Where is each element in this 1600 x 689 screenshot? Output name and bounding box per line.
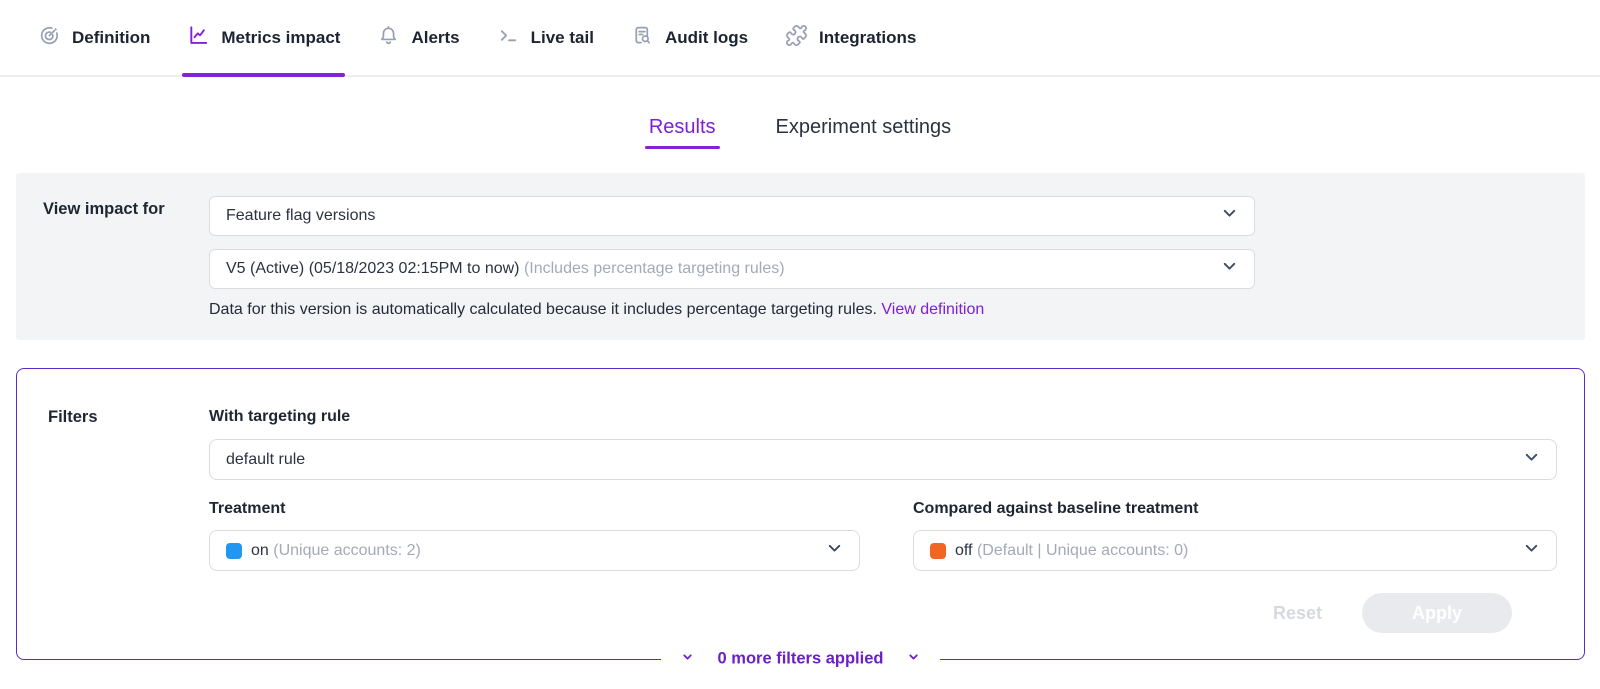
active-tab-underline bbox=[182, 73, 345, 77]
version-select[interactable]: V5 (Active) (05/18/2023 02:15PM to now) … bbox=[209, 249, 1255, 289]
metrics-chart-icon bbox=[187, 24, 210, 52]
targeting-rule-label: With targeting rule bbox=[209, 408, 1557, 426]
chevron-down-icon bbox=[826, 540, 843, 562]
chevron-down-icon bbox=[681, 650, 694, 669]
chevron-down-icon bbox=[1221, 258, 1238, 280]
filters-content: With targeting rule default rule Treatme… bbox=[209, 408, 1557, 633]
baseline-label: Compared against baseline treatment bbox=[913, 500, 1557, 518]
baseline-hint: (Default | Unique accounts: 0) bbox=[977, 542, 1188, 559]
view-impact-label: View impact for bbox=[43, 200, 165, 219]
filters-panel: Filters With targeting rule default rule… bbox=[16, 368, 1585, 660]
baseline-value: off bbox=[955, 542, 973, 559]
tab-live-tail[interactable]: Live tail bbox=[497, 0, 594, 75]
subtab-results-label: Results bbox=[649, 116, 716, 138]
treatment-select[interactable]: on (Unique accounts: 2) bbox=[209, 530, 860, 571]
baseline-color-swatch bbox=[930, 543, 946, 559]
treatment-column: Treatment on (Unique accounts: 2) bbox=[209, 500, 860, 571]
document-search-icon bbox=[631, 24, 654, 52]
impact-type-value: Feature flag versions bbox=[226, 207, 1221, 225]
tab-audit-logs[interactable]: Audit logs bbox=[631, 0, 748, 75]
filters-label: Filters bbox=[48, 408, 98, 427]
filter-buttons-row: Reset Apply bbox=[209, 593, 1557, 633]
definition-target-icon bbox=[38, 24, 61, 52]
more-filters-label: 0 more filters applied bbox=[718, 650, 884, 669]
tab-definition[interactable]: Definition bbox=[38, 0, 150, 75]
view-impact-panel: View impact for Feature flag versions V5… bbox=[16, 173, 1585, 340]
spacer bbox=[209, 236, 1255, 249]
puzzle-icon bbox=[785, 24, 808, 52]
version-value: V5 (Active) (05/18/2023 02:15PM to now) bbox=[226, 260, 520, 277]
version-note: Data for this version is automatically c… bbox=[209, 301, 1255, 319]
version-note-text: Data for this version is automatically c… bbox=[209, 301, 877, 318]
tab-label: Definition bbox=[72, 28, 150, 48]
treatment-row: Treatment on (Unique accounts: 2) Compar… bbox=[209, 500, 1557, 571]
chevron-down-icon bbox=[1523, 540, 1540, 562]
subtab-results[interactable]: Results bbox=[649, 116, 716, 149]
treatment-hint: (Unique accounts: 2) bbox=[273, 542, 421, 559]
sub-tabs: Results Experiment settings bbox=[0, 116, 1600, 149]
tab-label: Integrations bbox=[819, 28, 916, 48]
baseline-column: Compared against baseline treatment off … bbox=[913, 500, 1557, 571]
treatment-value: on bbox=[251, 542, 269, 559]
tab-label: Live tail bbox=[531, 28, 594, 48]
tab-label: Metrics impact bbox=[221, 28, 340, 48]
view-impact-controls: Feature flag versions V5 (Active) (05/18… bbox=[209, 196, 1255, 319]
tab-label: Audit logs bbox=[665, 28, 748, 48]
more-filters-toggle[interactable]: 0 more filters applied bbox=[661, 648, 941, 671]
targeting-rule-select[interactable]: default rule bbox=[209, 439, 1557, 480]
subtab-experiment-settings[interactable]: Experiment settings bbox=[776, 116, 952, 149]
baseline-select[interactable]: off (Default | Unique accounts: 0) bbox=[913, 530, 1557, 571]
reset-button[interactable]: Reset bbox=[1273, 603, 1322, 624]
tab-label: Alerts bbox=[411, 28, 459, 48]
targeting-rule-value: default rule bbox=[226, 451, 1523, 469]
version-hint: (Includes percentage targeting rules) bbox=[524, 260, 785, 277]
impact-type-select[interactable]: Feature flag versions bbox=[209, 196, 1255, 236]
tab-alerts[interactable]: Alerts bbox=[377, 0, 459, 75]
chevron-down-icon bbox=[1523, 449, 1540, 471]
subtab-experiment-settings-label: Experiment settings bbox=[776, 116, 952, 138]
chevron-down-icon bbox=[1221, 205, 1238, 227]
view-definition-link[interactable]: View definition bbox=[881, 301, 984, 318]
apply-button[interactable]: Apply bbox=[1362, 593, 1512, 633]
bell-icon bbox=[377, 24, 400, 52]
version-select-text: V5 (Active) (05/18/2023 02:15PM to now) … bbox=[226, 260, 1221, 278]
treatment-color-swatch bbox=[226, 543, 242, 559]
terminal-icon bbox=[497, 24, 520, 52]
treatment-select-text: on (Unique accounts: 2) bbox=[251, 542, 826, 560]
metrics-impact-page: Definition Metrics impact Alerts bbox=[0, 0, 1600, 689]
tab-integrations[interactable]: Integrations bbox=[785, 0, 916, 75]
top-nav: Definition Metrics impact Alerts bbox=[0, 0, 1600, 77]
treatment-label: Treatment bbox=[209, 500, 860, 518]
baseline-select-text: off (Default | Unique accounts: 0) bbox=[955, 542, 1523, 560]
subtab-active-underline bbox=[645, 146, 720, 149]
tab-metrics-impact[interactable]: Metrics impact bbox=[187, 0, 340, 75]
chevron-down-icon bbox=[907, 650, 920, 669]
